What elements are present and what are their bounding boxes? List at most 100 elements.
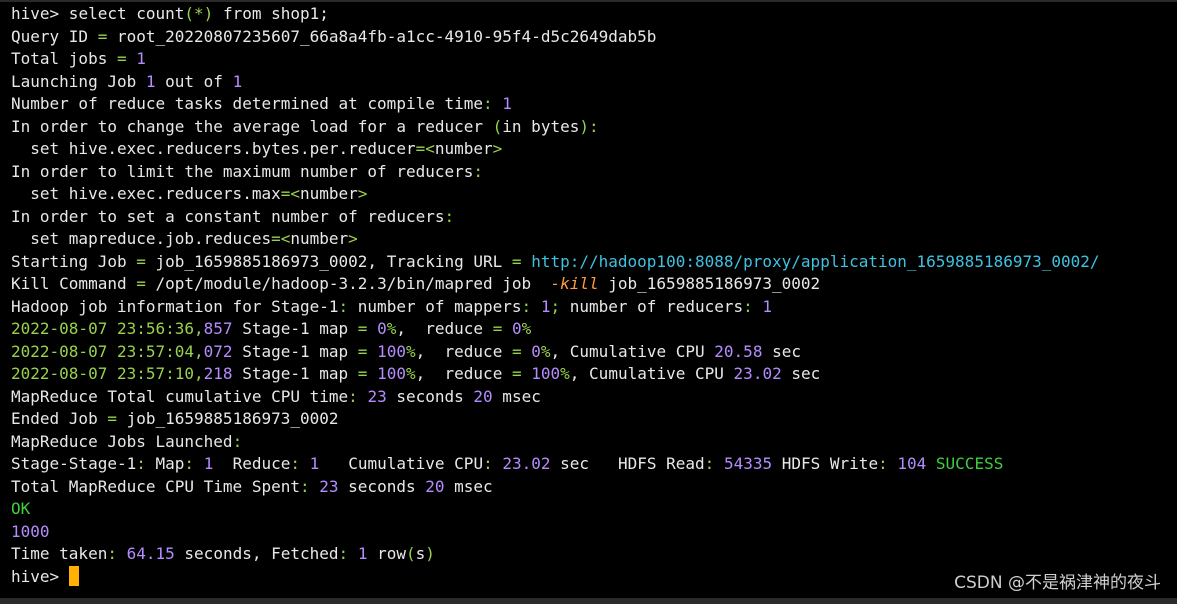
tracking-url-link[interactable]: http://hadoop100:8088/proxy/application_… bbox=[531, 252, 1099, 271]
number: 1 bbox=[502, 94, 512, 113]
number: 1 bbox=[309, 454, 320, 473]
output-text: seconds, Fetched bbox=[174, 544, 339, 563]
operator: : bbox=[184, 454, 195, 473]
output-text: MapReduce Total cumulative CPU time bbox=[11, 386, 349, 406]
prompt: hive> bbox=[11, 566, 60, 586]
operator: = bbox=[511, 251, 522, 271]
operator: = bbox=[511, 364, 522, 383]
terminal-line-info: In order to set a constant number of red… bbox=[11, 206, 1177, 229]
output-text: job_1659885186973_0002 bbox=[116, 409, 339, 428]
output-text: number bbox=[299, 184, 358, 203]
output-text: number bbox=[290, 229, 349, 248]
watermark: CSDN @不是祸津神的夜斗 bbox=[954, 573, 1161, 593]
operator: = bbox=[357, 319, 368, 338]
terminal-line-kill-command: Kill Command = /opt/module/hadoop-3.2.3/… bbox=[11, 273, 1177, 296]
number: 1 bbox=[145, 71, 156, 91]
number: 857 bbox=[203, 319, 233, 338]
operator: = bbox=[107, 409, 117, 428]
output-text: sec HDFS Read bbox=[550, 454, 705, 473]
terminal-line-time-taken: Time taken: 64.15 seconds, Fetched: 1 ro… bbox=[11, 543, 1177, 566]
number: 64.15 bbox=[126, 544, 175, 563]
number: 20.58 bbox=[714, 341, 763, 361]
number: 100 bbox=[377, 341, 406, 361]
operator: ( bbox=[406, 544, 416, 563]
operator: : bbox=[338, 544, 349, 563]
operator: = bbox=[116, 49, 127, 68]
number: 20 bbox=[473, 386, 493, 406]
terminal-line-jobs-launched: MapReduce Jobs Launched: bbox=[11, 431, 1177, 454]
operator: = bbox=[136, 274, 146, 293]
output-text: job_1659885186973_0002 bbox=[598, 274, 821, 293]
number: 1 bbox=[762, 296, 773, 316]
output-text: Cumulative CPU bbox=[319, 454, 484, 473]
output-text: In order to set a constant number of red… bbox=[11, 206, 445, 226]
number: 100 bbox=[377, 364, 406, 383]
operator: = bbox=[511, 341, 522, 361]
text-cursor[interactable] bbox=[68, 565, 79, 586]
output-text: in bytes bbox=[502, 116, 580, 136]
output-text: Total MapReduce CPU Time Spent bbox=[11, 476, 300, 496]
output-text: sec bbox=[762, 341, 801, 361]
output-text: seconds bbox=[386, 386, 474, 406]
terminal-line-progress: 2022-08-07 23:57:10,218 Stage-1 map = 10… bbox=[11, 363, 1177, 386]
output-text: MapReduce Jobs Launched bbox=[11, 431, 233, 451]
number: 23 bbox=[367, 386, 387, 406]
output-text: Stage-1 map bbox=[232, 364, 358, 383]
output-text: Time taken bbox=[11, 544, 108, 563]
operator: : bbox=[704, 454, 715, 473]
success-status: SUCCESS bbox=[935, 454, 1004, 473]
operator: : bbox=[444, 206, 455, 226]
output-text: Stage-1 map bbox=[232, 341, 358, 361]
operator: : bbox=[338, 296, 349, 316]
terminal-line-ended-job: Ended Job = job_1659885186973_0002 bbox=[11, 408, 1177, 431]
operator: = bbox=[97, 26, 108, 46]
output-text: Reduce bbox=[213, 454, 291, 473]
operator: : bbox=[136, 454, 146, 473]
output-text: number bbox=[434, 139, 493, 158]
output-text: msec bbox=[444, 476, 493, 496]
number: 54335 bbox=[723, 454, 773, 473]
output-text: , reduce bbox=[415, 341, 512, 361]
terminal-line-reduce-tasks: Number of reduce tasks determined at com… bbox=[11, 93, 1177, 116]
output-text: Number of reduce tasks determined at com… bbox=[11, 94, 484, 113]
output-text: number of mappers bbox=[348, 296, 522, 316]
output-text: seconds bbox=[338, 476, 426, 496]
operator: : bbox=[299, 476, 310, 496]
operator: : bbox=[483, 454, 493, 473]
operator: % bbox=[405, 364, 416, 383]
output-text: Starting Job bbox=[11, 251, 137, 271]
operator: ) bbox=[425, 544, 435, 563]
operator: > bbox=[492, 139, 503, 158]
operator: : bbox=[743, 296, 753, 316]
operator: % bbox=[540, 341, 551, 361]
number: 0 bbox=[511, 319, 522, 338]
operator: ): bbox=[579, 116, 599, 136]
output-text: Kill Command bbox=[11, 274, 137, 293]
terminal-line-stage-summary: Stage-Stage-1: Map: 1 Reduce: 1 Cumulati… bbox=[11, 453, 1177, 476]
number: 0 bbox=[531, 341, 541, 361]
operator: : bbox=[483, 94, 493, 113]
terminal-line-progress: 2022-08-07 23:57:04,072 Stage-1 map = 10… bbox=[11, 341, 1177, 364]
terminal-line-ok: OK bbox=[11, 498, 1177, 521]
number: 218 bbox=[203, 364, 233, 383]
output-text: row bbox=[367, 544, 406, 563]
operator: = bbox=[357, 364, 368, 383]
terminal-window[interactable]: hive> select count(*) from shop1; Query … bbox=[0, 0, 1177, 604]
output-text: Stage-1 map bbox=[232, 319, 358, 338]
operator: % bbox=[560, 364, 570, 383]
output-text: Launching Job bbox=[11, 71, 146, 91]
terminal-line-total-jobs: Total jobs = 1 bbox=[11, 48, 1177, 71]
number: 23.02 bbox=[502, 454, 551, 473]
bottom-scrollbar[interactable] bbox=[0, 598, 1177, 604]
output-text: job_1659885186973_0002, Tracking URL bbox=[145, 251, 512, 271]
number: 23.02 bbox=[733, 364, 782, 383]
terminal-line-command: hive> select count(*) from shop1; bbox=[11, 3, 1177, 26]
terminal-line-starting-job: Starting Job = job_1659885186973_0002, T… bbox=[11, 251, 1177, 274]
terminal-line-info: In order to change the average load for … bbox=[11, 116, 1177, 139]
command-text: from shop1; bbox=[213, 4, 329, 23]
output-text: , Cumulative CPU bbox=[550, 341, 715, 361]
operator: % bbox=[386, 319, 397, 338]
timestamp: 2022-08-07 23:57:04, bbox=[11, 341, 204, 361]
ok-status: OK bbox=[11, 499, 31, 518]
operator: : bbox=[348, 386, 358, 406]
